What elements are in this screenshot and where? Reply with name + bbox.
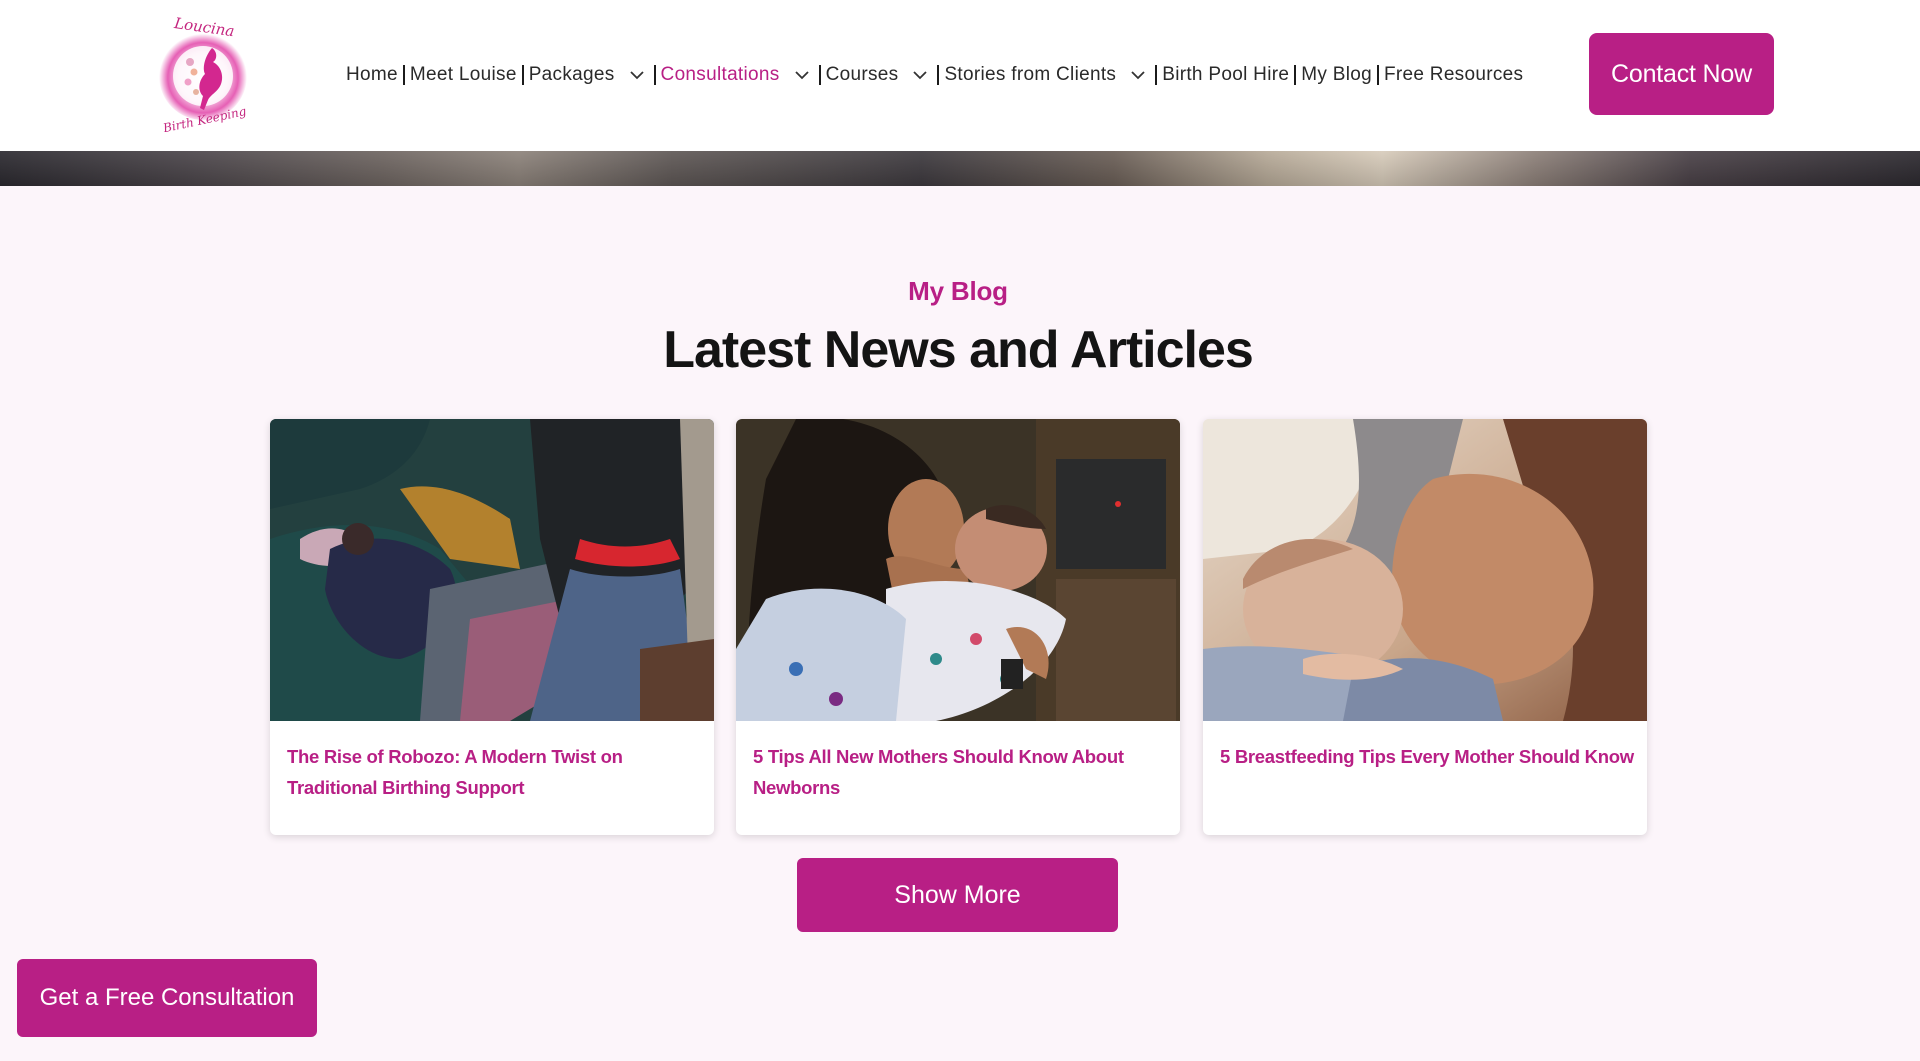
- blog-card-list: The Rise of Robozo: A Modern Twist on Tr…: [270, 419, 1647, 835]
- nav-label: Courses: [825, 64, 899, 85]
- nav-item-meet-louise[interactable]: Meet Louise: [410, 64, 517, 86]
- chevron-down-icon[interactable]: [912, 70, 928, 80]
- blog-card-title[interactable]: The Rise of Robozo: A Modern Twist on Tr…: [287, 741, 701, 803]
- section-title: Latest News and Articles: [663, 321, 1254, 379]
- nav-divider: [1155, 65, 1158, 85]
- nav-item-birth-pool-hire[interactable]: Birth Pool Hire: [1162, 64, 1289, 86]
- breastfeeding-photo[interactable]: [1203, 419, 1647, 721]
- blog-card-title[interactable]: 5 Tips All New Mothers Should Know About…: [753, 741, 1167, 803]
- nav-item-courses[interactable]: Courses: [826, 64, 933, 86]
- logo-text-top: Loucina: [172, 14, 235, 40]
- nav-divider: [402, 65, 405, 85]
- blog-card[interactable]: The Rise of Robozo: A Modern Twist on Tr…: [270, 419, 714, 835]
- nav-divider: [1376, 65, 1379, 85]
- blog-card-title[interactable]: 5 Breastfeeding Tips Every Mother Should…: [1220, 741, 1634, 772]
- mother-newborn-photo[interactable]: [736, 419, 1180, 721]
- contact-now-button[interactable]: Contact Now: [1589, 33, 1774, 115]
- nav-label: Birth Pool Hire: [1162, 64, 1290, 85]
- nav-item-consultations[interactable]: Consultations: [661, 64, 814, 86]
- nav-divider: [937, 65, 940, 85]
- nav-label: Free Resources: [1383, 64, 1524, 85]
- section-eyebrow: My Blog: [908, 276, 1008, 306]
- hero-image-strip: [0, 151, 1920, 186]
- nav-label: Consultations: [660, 64, 780, 85]
- nav-label: Meet Louise: [409, 64, 517, 85]
- chevron-down-icon[interactable]: [629, 70, 645, 80]
- nav-divider: [653, 65, 656, 85]
- blog-card[interactable]: 5 Breastfeeding Tips Every Mother Should…: [1203, 419, 1647, 835]
- nav-item-free-resources[interactable]: Free Resources: [1384, 64, 1523, 86]
- nav-divider: [818, 65, 821, 85]
- nav-label: Packages: [528, 64, 615, 85]
- nav-item-stories-from-clients[interactable]: Stories from Clients: [944, 64, 1150, 86]
- logo-text-bottom: Birth Keeping: [161, 104, 248, 132]
- nav-label: Home: [346, 64, 398, 85]
- rebozo-photo[interactable]: [270, 419, 714, 721]
- nav-divider: [521, 65, 524, 85]
- free-consultation-button[interactable]: Get a Free Consultation: [17, 959, 317, 1037]
- show-more-button[interactable]: Show More: [797, 858, 1118, 932]
- nav-divider: [1294, 65, 1297, 85]
- chevron-down-icon[interactable]: [794, 70, 810, 80]
- nav-item-home[interactable]: Home: [346, 64, 398, 86]
- main-nav: Home Meet Louise Packages Consultations …: [346, 60, 1523, 90]
- nav-label: Stories from Clients: [944, 64, 1117, 85]
- site-logo[interactable]: Loucina Birth Keeping: [146, 14, 260, 132]
- blog-card[interactable]: 5 Tips All New Mothers Should Know About…: [736, 419, 1180, 835]
- nav-label: My Blog: [1301, 64, 1372, 85]
- chevron-down-icon[interactable]: [1130, 70, 1146, 80]
- site-header: Loucina Birth Keeping Home Meet Louise P…: [0, 0, 1920, 151]
- nav-item-my-blog[interactable]: My Blog: [1301, 64, 1372, 86]
- nav-item-packages[interactable]: Packages: [529, 64, 649, 86]
